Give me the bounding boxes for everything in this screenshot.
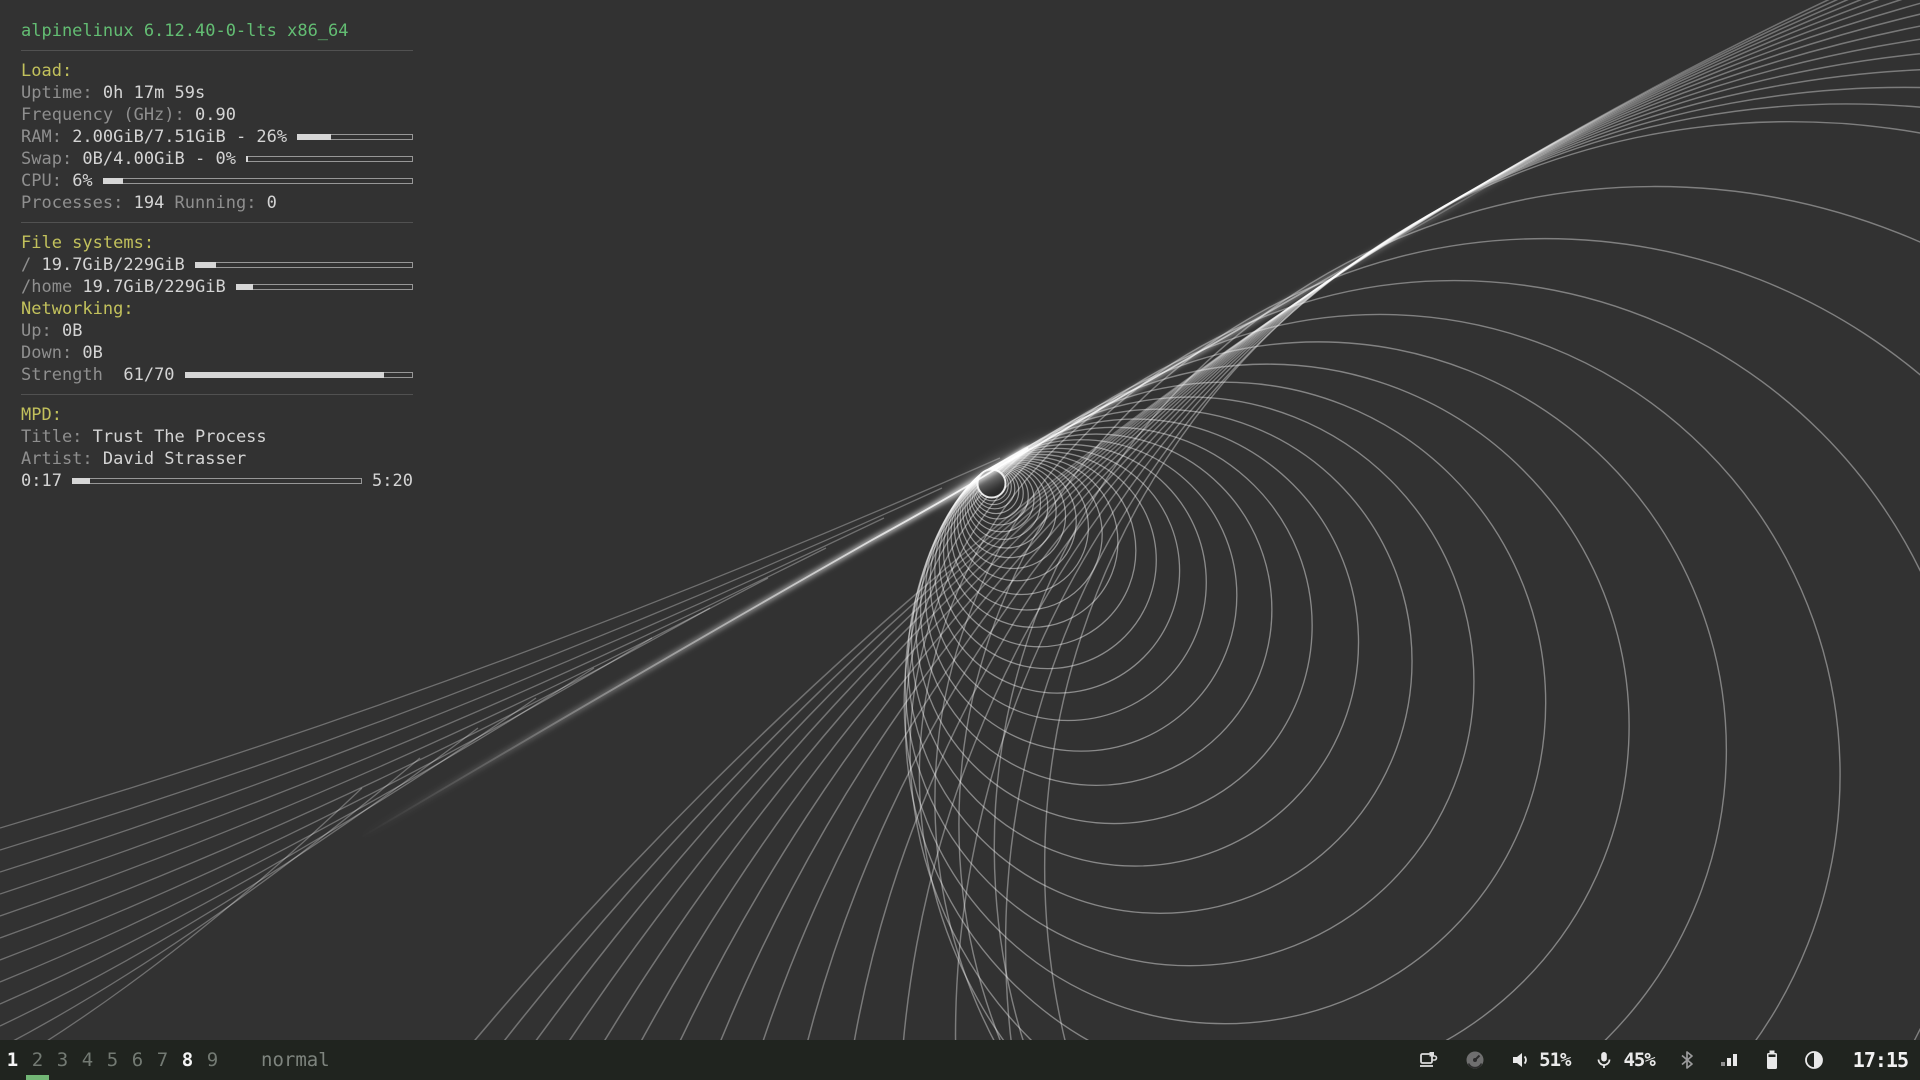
workspace-label: 2 xyxy=(32,1049,43,1071)
load-section-title: Load: xyxy=(21,60,413,82)
mpd-song-title: Trust The Process xyxy=(93,426,267,448)
mpd-total-time: 5:20 xyxy=(372,470,413,492)
microphone-indicator[interactable]: 45% xyxy=(1594,1049,1654,1071)
workspace-label: 5 xyxy=(107,1049,118,1071)
workspace-button-3[interactable]: 3 xyxy=(50,1040,75,1080)
fs-root-value: 19.7GiB/229GiB xyxy=(41,254,184,276)
net-down-value: 0B xyxy=(82,342,102,364)
half-contrast-icon[interactable] xyxy=(1803,1049,1825,1071)
fs-root-bar xyxy=(195,262,413,268)
frequency-row: Frequency (GHz): 0.90 xyxy=(21,104,413,126)
fs-home-value: 19.7GiB/229GiB xyxy=(82,276,225,298)
networking-section-title: Networking: xyxy=(21,298,413,320)
workspace-label: 3 xyxy=(57,1049,68,1071)
cpu-row: CPU: 6% xyxy=(21,170,413,192)
ram-row: RAM: 2.00GiB/7.51GiB - 26% xyxy=(21,126,413,148)
mpd-artist-row: Artist: David Strasser xyxy=(21,448,413,470)
volume-indicator[interactable]: 51% xyxy=(1510,1049,1570,1071)
workspace-switcher: 123456789 xyxy=(0,1040,225,1080)
cpu-bar xyxy=(103,178,413,184)
workspace-label: 7 xyxy=(157,1049,168,1071)
wifi-strength-value: 61/70 xyxy=(123,364,174,386)
workspace-label: 8 xyxy=(182,1049,193,1071)
workspace-label: 9 xyxy=(207,1049,218,1071)
mic-percent: 45% xyxy=(1623,1049,1654,1071)
uptime-row: Uptime: 0h 17m 59s xyxy=(21,82,413,104)
volume-percent: 51% xyxy=(1539,1049,1570,1071)
swap-row: Swap: 0B/4.00GiB - 0% xyxy=(21,148,413,170)
uptime-value: 0h 17m 59s xyxy=(103,82,205,104)
mpd-section-title: MPD: xyxy=(21,404,413,426)
battery-icon[interactable] xyxy=(1765,1049,1779,1071)
divider xyxy=(21,50,413,51)
filesystems-section-title: File systems: xyxy=(21,232,413,254)
frequency-value: 0.90 xyxy=(195,104,236,126)
microphone-icon xyxy=(1594,1050,1614,1070)
mpd-progress-row: 0:17 5:20 xyxy=(21,470,413,492)
os-kernel-header: alpinelinux 6.12.40-0-lts x86_64 xyxy=(21,20,413,42)
fs-root-row: / 19.7GiB/229GiB xyxy=(21,254,413,276)
ram-bar xyxy=(297,134,413,140)
desktop: alpinelinux 6.12.40-0-lts x86_64 Load: U… xyxy=(0,0,1920,1080)
gauge-icon[interactable] xyxy=(1464,1049,1486,1071)
workspace-button-4[interactable]: 4 xyxy=(75,1040,100,1080)
net-up-value: 0B xyxy=(62,320,82,342)
workspace-button-6[interactable]: 6 xyxy=(125,1040,150,1080)
workspace-button-1[interactable]: 1 xyxy=(0,1040,25,1080)
swap-bar xyxy=(246,156,413,162)
mode-indicator: normal xyxy=(261,1049,330,1071)
wifi-strength-row: Strength 61/70 xyxy=(21,364,413,386)
signal-bars-icon[interactable] xyxy=(1719,1050,1741,1070)
speaker-icon xyxy=(1510,1050,1530,1070)
net-down-row: Down: 0B xyxy=(21,342,413,364)
swap-value: 0B/4.00GiB - 0% xyxy=(82,148,236,170)
workspace-label: 1 xyxy=(7,1049,18,1071)
clock: 17:15 xyxy=(1853,1048,1908,1072)
divider xyxy=(21,394,413,395)
system-monitor-widget: alpinelinux 6.12.40-0-lts x86_64 Load: U… xyxy=(21,20,413,492)
divider xyxy=(21,222,413,223)
workspace-button-5[interactable]: 5 xyxy=(100,1040,125,1080)
workspace-label: 4 xyxy=(82,1049,93,1071)
workspace-button-2[interactable]: 2 xyxy=(25,1040,50,1080)
mpd-progress-bar xyxy=(72,478,362,484)
workspace-label: 6 xyxy=(132,1049,143,1071)
status-bar: 123456789 normal 51% xyxy=(0,1040,1920,1080)
processes-value: 194 xyxy=(134,192,165,214)
net-up-row: Up: 0B xyxy=(21,320,413,342)
mpd-elapsed-time: 0:17 xyxy=(21,470,62,492)
mpd-artist: David Strasser xyxy=(103,448,246,470)
fs-home-bar xyxy=(236,284,413,290)
workspace-button-9[interactable]: 9 xyxy=(200,1040,225,1080)
ram-value: 2.00GiB/7.51GiB - 26% xyxy=(72,126,287,148)
workspace-button-7[interactable]: 7 xyxy=(150,1040,175,1080)
running-value: 0 xyxy=(267,192,277,214)
cpu-value: 6% xyxy=(72,170,92,192)
wifi-strength-bar xyxy=(185,372,413,378)
focused-workspace-underline xyxy=(26,1075,49,1080)
fs-home-row: /home 19.7GiB/229GiB xyxy=(21,276,413,298)
bluetooth-icon[interactable] xyxy=(1679,1050,1695,1070)
processes-row: Processes: 194 Running: 0 xyxy=(21,192,413,214)
mpd-title-row: Title: Trust The Process xyxy=(21,426,413,448)
coffee-cup-icon[interactable] xyxy=(1418,1049,1440,1071)
system-tray: 51% 45% xyxy=(1418,1048,1920,1072)
workspace-button-8[interactable]: 8 xyxy=(175,1040,200,1080)
